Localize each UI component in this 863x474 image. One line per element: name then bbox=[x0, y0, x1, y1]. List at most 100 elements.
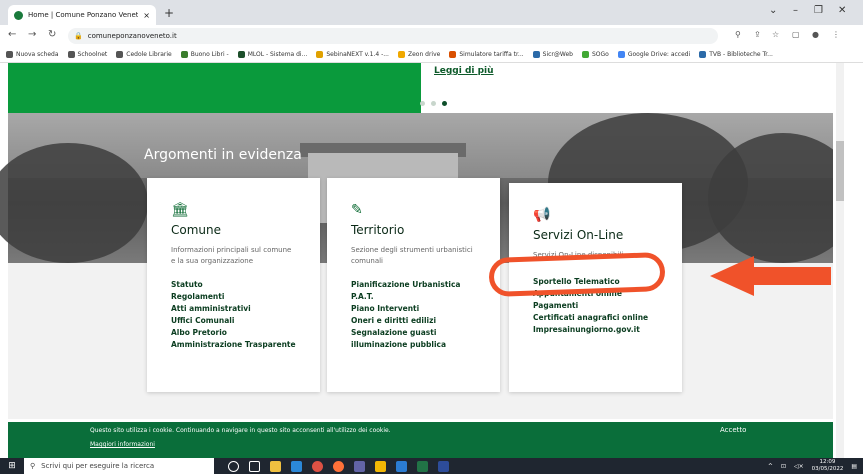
taskbar-apps bbox=[228, 460, 449, 472]
windows-start-icon[interactable]: ⊞ bbox=[0, 458, 24, 474]
card-title[interactable]: Comune bbox=[171, 223, 296, 237]
chrome-icon[interactable] bbox=[312, 460, 323, 472]
reload-icon[interactable]: ↻ bbox=[48, 29, 56, 40]
bank-icon: 🏛 bbox=[171, 202, 189, 218]
card-description: Informazioni principali sul comune e la … bbox=[171, 246, 292, 265]
bookmark-item[interactable]: Simulatore tariffa tr... bbox=[449, 51, 524, 58]
bookmark-favicon-icon bbox=[449, 51, 457, 58]
bookmark-favicon-icon bbox=[316, 51, 324, 58]
bookmark-label: Simulatore tariffa tr... bbox=[459, 51, 524, 58]
bookmark-item[interactable]: Cedole Librarie bbox=[116, 51, 172, 58]
card-comune: 🏛 Comune Informazioni principali sul com… bbox=[147, 178, 320, 392]
bookmark-item[interactable]: SOGo bbox=[581, 51, 609, 58]
volume-icon[interactable]: ◁× bbox=[794, 463, 804, 470]
card-link[interactable]: Pagamenti bbox=[533, 300, 658, 312]
url-field[interactable]: 🔒 comuneponzanoveneto.it bbox=[68, 28, 718, 44]
bookmark-label: Buono Libri - bbox=[190, 51, 229, 58]
site-favicon-icon bbox=[14, 10, 23, 20]
bookmark-favicon-icon bbox=[180, 51, 188, 58]
bookmark-favicon-icon bbox=[699, 51, 707, 58]
clock[interactable]: 12:09 03/05/2022 bbox=[812, 459, 844, 473]
bookmark-item[interactable]: TVB - Biblioteche Tr... bbox=[699, 51, 773, 58]
tab-title: Home | Comune Ponzano Veneto bbox=[28, 11, 139, 19]
card-territorio: ✎ Territorio Sezione degli strumenti urb… bbox=[327, 178, 500, 392]
address-bar-row: ← → ↻ 🔒 comuneponzanoveneto.it ⚲ ⇪ ☆ ▢ ●… bbox=[0, 25, 863, 47]
tab-search-chevron-icon[interactable]: ⌄ bbox=[769, 5, 777, 16]
carousel-dot[interactable] bbox=[420, 101, 425, 106]
close-tab-icon[interactable]: × bbox=[143, 11, 150, 20]
zoom-icon[interactable]: ⚲ bbox=[735, 30, 741, 39]
store-icon[interactable] bbox=[291, 460, 302, 472]
bookmark-item[interactable]: Google Drive: accedi bbox=[617, 51, 691, 58]
bookmark-star-icon[interactable]: ☆ bbox=[772, 30, 779, 39]
cookie-accept-button[interactable]: Accetto bbox=[720, 426, 746, 434]
word-icon[interactable] bbox=[396, 460, 407, 472]
firefox-icon[interactable] bbox=[333, 460, 344, 472]
taskbar-search-placeholder: Scrivi qui per eseguire la ricerca bbox=[41, 462, 155, 470]
card-link[interactable]: Impresainungiorno.gov.it bbox=[533, 324, 658, 336]
notifications-icon[interactable]: ▤ bbox=[851, 463, 857, 470]
read-more-link[interactable]: Leggi di più bbox=[434, 66, 494, 76]
carousel-dot[interactable] bbox=[431, 101, 436, 106]
search-icon: ⚲ bbox=[30, 462, 36, 470]
new-tab-button[interactable]: + bbox=[164, 6, 174, 20]
close-window-icon[interactable]: ✕ bbox=[838, 5, 846, 16]
cortana-icon[interactable] bbox=[228, 460, 239, 472]
card-link[interactable]: Uffici Comunali bbox=[171, 315, 296, 327]
carousel-dot-active[interactable] bbox=[442, 101, 447, 106]
bookmark-favicon-icon bbox=[397, 51, 405, 58]
card-link[interactable]: Albo Pretorio bbox=[171, 327, 296, 339]
page-scrollbar[interactable] bbox=[833, 63, 863, 458]
minimize-icon[interactable]: – bbox=[793, 5, 798, 16]
bookmark-favicon-icon bbox=[617, 51, 625, 58]
card-link[interactable]: Segnalazione guasti illuminazione pubbli… bbox=[351, 327, 476, 351]
card-link[interactable]: Amministrazione Trasparente bbox=[171, 339, 296, 351]
maximize-icon[interactable]: ❐ bbox=[814, 5, 823, 16]
bookmark-item[interactable]: Sicr@Web bbox=[532, 51, 573, 58]
menu-icon[interactable]: ⋮ bbox=[832, 30, 840, 39]
bookmark-item[interactable]: Nuova scheda bbox=[6, 51, 59, 58]
card-link[interactable]: Certificati anagrafici online bbox=[533, 312, 658, 324]
bookmark-label: Google Drive: accedi bbox=[627, 51, 691, 58]
bookmark-item[interactable]: SebinaNEXT v.1.4 -... bbox=[316, 51, 389, 58]
back-icon[interactable]: ← bbox=[8, 29, 16, 40]
megaphone-icon: 📢 bbox=[533, 207, 551, 223]
bookmark-favicon-icon bbox=[6, 51, 13, 58]
card-title[interactable]: Territorio bbox=[351, 223, 476, 237]
app-icon[interactable] bbox=[438, 460, 449, 472]
card-link[interactable]: Pianificazione Urbanistica bbox=[351, 279, 476, 291]
card-link[interactable]: Regolamenti bbox=[171, 291, 296, 303]
section-title: Argomenti in evidenza bbox=[144, 147, 302, 163]
bookmark-label: MLOL - Sistema di... bbox=[247, 51, 308, 58]
card-link[interactable]: Statuto bbox=[171, 279, 296, 291]
profile-icon[interactable]: ● bbox=[812, 30, 819, 39]
task-view-icon[interactable] bbox=[249, 460, 260, 472]
scroll-thumb[interactable] bbox=[836, 141, 844, 201]
teams-icon[interactable] bbox=[354, 460, 365, 472]
tray-chevron-icon[interactable]: ^ bbox=[768, 463, 773, 470]
bookmark-favicon-icon bbox=[532, 51, 540, 58]
file-explorer-icon[interactable] bbox=[270, 460, 281, 472]
sticky-app-icon[interactable] bbox=[375, 460, 386, 472]
card-link[interactable]: P.A.T. bbox=[351, 291, 476, 303]
share-icon[interactable]: ⇪ bbox=[754, 30, 761, 39]
bookmark-item[interactable]: Schoolnet bbox=[67, 51, 107, 58]
carousel-dots bbox=[420, 101, 447, 106]
card-link[interactable]: Piano Interventi bbox=[351, 303, 476, 315]
card-title[interactable]: Servizi On-Line bbox=[533, 228, 658, 242]
bookmark-item[interactable]: Zeon drive bbox=[397, 51, 440, 58]
card-link[interactable]: Atti amministrativi bbox=[171, 303, 296, 315]
bookmark-item[interactable]: Buono Libri - bbox=[180, 51, 229, 58]
network-icon[interactable]: ⊡ bbox=[781, 463, 786, 470]
excel-icon[interactable] bbox=[417, 460, 428, 472]
bookmark-favicon-icon bbox=[116, 51, 124, 58]
side-panel-icon[interactable]: ▢ bbox=[792, 30, 800, 39]
card-link[interactable]: Oneri e diritti edilizi bbox=[351, 315, 476, 327]
bookmark-label: Sicr@Web bbox=[542, 51, 573, 58]
forward-icon[interactable]: → bbox=[28, 29, 36, 40]
bookmark-item[interactable]: MLOL - Sistema di... bbox=[237, 51, 308, 58]
cookie-more-info-link[interactable]: Maggiori informazioni bbox=[90, 441, 155, 448]
pencil-icon: ✎ bbox=[351, 202, 363, 218]
taskbar-search[interactable]: ⚲ Scrivi qui per eseguire la ricerca bbox=[24, 458, 214, 474]
browser-tab[interactable]: Home | Comune Ponzano Veneto × bbox=[8, 5, 156, 25]
